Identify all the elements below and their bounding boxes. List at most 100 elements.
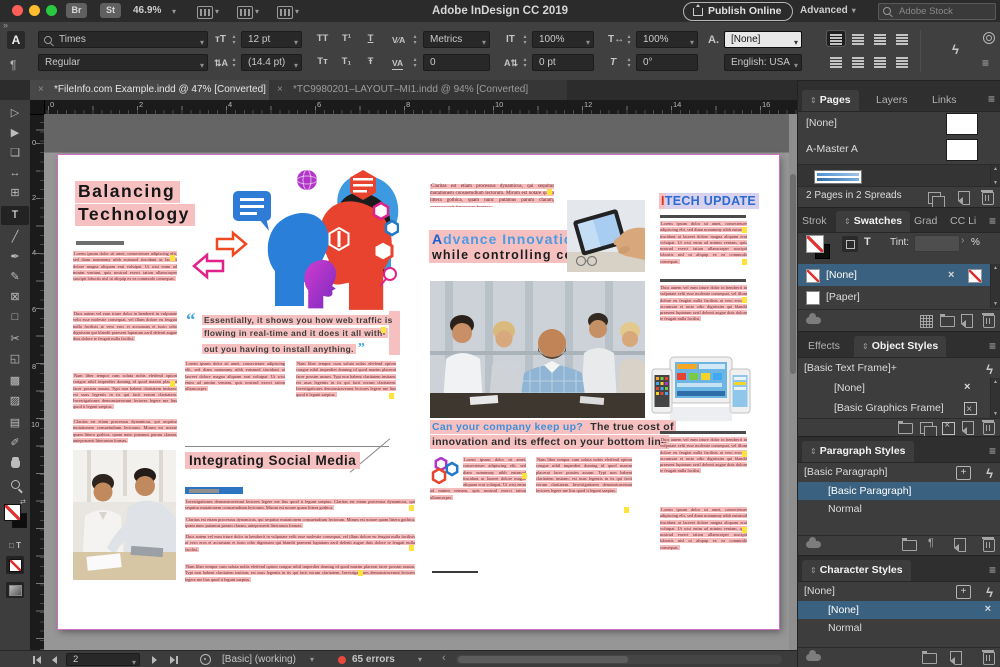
new-style-icon[interactable] xyxy=(954,538,966,552)
align-left-button[interactable] xyxy=(827,31,845,46)
object-styles-scrollbar[interactable] xyxy=(990,378,1000,418)
vertical-scale-combo[interactable]: 100% xyxy=(532,31,594,48)
formatting-affects-container-button[interactable] xyxy=(842,236,858,252)
body-text-frame[interactable]: Duis autem vel eum iriure dolor in hendr… xyxy=(73,311,177,369)
page-number-field[interactable]: 2 xyxy=(66,653,140,666)
pull-quote-line[interactable]: out you having to install anything.” xyxy=(202,341,367,357)
paragraph-style-row[interactable]: Normal xyxy=(798,500,1000,518)
paragraph-style-row[interactable]: [Basic Paragraph] xyxy=(798,482,1000,500)
tab-character-styles[interactable]: Character Styles xyxy=(802,560,911,581)
body-text-frame[interactable]: Lorem ipsum dolor sit amet, consectetuer… xyxy=(73,251,177,307)
skew-field[interactable]: 0° xyxy=(636,54,698,71)
align-right-button[interactable] xyxy=(871,31,889,46)
errors-chevron-icon[interactable]: ▾ xyxy=(418,655,422,664)
vertical-scrollbar[interactable] xyxy=(789,114,797,650)
workspace-switcher[interactable]: Advanced xyxy=(800,0,856,22)
type-tool[interactable]: T xyxy=(1,206,29,225)
hand-tool[interactable] xyxy=(1,454,29,473)
pull-quote-line[interactable]: Essentially, it shows you how web traffi… xyxy=(202,315,395,325)
edit-page-size-icon[interactable] xyxy=(928,192,941,204)
justify-last-center-button[interactable] xyxy=(827,54,845,69)
new-style-icon[interactable] xyxy=(962,421,974,435)
body-text-frame[interactable]: Duis autem vel eum iriure dolor in hendr… xyxy=(660,437,747,501)
small-caps-button[interactable] xyxy=(312,54,333,70)
align-center-button[interactable] xyxy=(849,31,867,46)
selection-tool[interactable]: ▷ xyxy=(1,104,29,123)
panel-menu-icon[interactable] xyxy=(989,561,996,579)
character-style-combo[interactable]: [None] xyxy=(724,31,802,48)
eyedropper-tool[interactable]: ✐ xyxy=(1,434,29,453)
justify-all-button[interactable] xyxy=(871,54,889,69)
spread-thumbnail[interactable] xyxy=(814,170,862,184)
all-caps-button[interactable] xyxy=(312,31,333,47)
fill-swatch[interactable] xyxy=(4,504,21,521)
pencil-tool[interactable]: ✎ xyxy=(1,268,29,287)
close-tab-icon[interactable] xyxy=(277,80,283,100)
new-swatch-icon[interactable] xyxy=(961,314,973,328)
zoom-tool[interactable] xyxy=(1,476,29,495)
break-link-icon[interactable] xyxy=(920,422,933,434)
tab-object-styles[interactable]: Object Styles xyxy=(854,336,946,357)
object-style-row[interactable]: [None] xyxy=(798,378,1000,398)
default-frame-icon[interactable] xyxy=(942,422,955,435)
tint-chevron-icon[interactable]: › xyxy=(961,235,964,246)
horizontal-ruler[interactable]: 0 2 4 6 8 10 12 14 16 xyxy=(30,100,797,115)
new-group-icon[interactable] xyxy=(940,316,955,327)
panel-menu-icon[interactable] xyxy=(989,337,996,355)
subhead-blue[interactable]: Advance Innovation xyxy=(429,231,586,247)
close-tab-icon[interactable] xyxy=(38,80,44,100)
skew-stepper[interactable] xyxy=(624,57,634,69)
quick-apply-icon[interactable] xyxy=(952,42,959,57)
formatting-affects-buttons[interactable]: □ T xyxy=(1,536,29,555)
tablet-photo[interactable] xyxy=(567,200,645,272)
swatch-views-icon[interactable] xyxy=(920,315,933,328)
pull-quote-line[interactable]: flowing in real-time and it does it all … xyxy=(202,328,388,338)
body-text-frame[interactable]: Lorem ipsum dolor sit amet, consectetuer… xyxy=(660,507,747,585)
swatch-row-paper[interactable]: [Paper] xyxy=(798,286,1000,308)
body-text-frame[interactable]: Duis autem vel eum iriure dolor in hendr… xyxy=(660,285,747,349)
section-heading[interactable]: Integrating Social Media xyxy=(185,453,360,468)
scroll-left-icon[interactable]: ‹ xyxy=(442,652,446,664)
tab-paragraph-styles[interactable]: Paragraph Styles xyxy=(802,441,914,462)
cc-libraries-icon[interactable] xyxy=(806,541,821,548)
first-page-button[interactable] xyxy=(33,651,41,667)
headline[interactable]: Balancing Technology xyxy=(75,181,195,226)
body-text-frame[interactable]: Lorem ipsum dolor sit amet, consectetuer… xyxy=(660,221,747,275)
next-page-button[interactable] xyxy=(152,651,157,667)
body-text-frame[interactable]: Nam liber tempor cum soluta nobis eleife… xyxy=(536,457,632,569)
font-size-stepper[interactable] xyxy=(229,34,239,46)
baseline-shift-stepper[interactable] xyxy=(520,57,530,69)
horizontal-scale-stepper[interactable] xyxy=(624,34,634,46)
tab-gradient[interactable]: Grad xyxy=(910,211,941,232)
superscript-button[interactable] xyxy=(336,31,357,47)
pages-thumbnails-area[interactable] xyxy=(798,164,1000,187)
kerning-combo[interactable]: Metrics xyxy=(423,31,490,48)
apply-none-button[interactable] xyxy=(6,556,24,574)
preflight-menu[interactable] xyxy=(200,651,211,667)
body-text-frame[interactable]: Lorem ipsum dolor sit amet, consectetuer… xyxy=(185,361,285,447)
master-row-none[interactable]: [None] xyxy=(798,112,1000,134)
preflight-profile[interactable]: [Basic] (working) xyxy=(222,651,296,667)
character-style-row[interactable]: [None] xyxy=(798,601,1000,619)
panel-menu-icon[interactable] xyxy=(989,212,996,230)
leading-stepper[interactable] xyxy=(229,57,239,69)
character-formatting-button[interactable]: A xyxy=(7,31,25,49)
kerning-stepper[interactable] xyxy=(410,34,420,46)
tab-cc-libraries[interactable]: CC Li xyxy=(946,211,980,232)
gradient-feather-tool[interactable]: ▨ xyxy=(1,392,29,411)
justify-button[interactable] xyxy=(893,54,911,69)
body-text-frame[interactable]: Claritas est etiam processus dynamicus, … xyxy=(73,419,177,445)
page-tool[interactable]: ❏ xyxy=(1,144,29,163)
paragraph-formatting-button[interactable]: ¶ xyxy=(10,58,16,72)
gap-tool[interactable]: ↔ xyxy=(1,164,29,183)
justify-last-left-button[interactable] xyxy=(893,31,911,46)
scrollbar-thumb[interactable] xyxy=(790,174,796,374)
vertical-scale-stepper[interactable] xyxy=(520,34,530,46)
devices-photo[interactable] xyxy=(650,355,752,423)
body-text-frame[interactable]: Lorem ipsum dolor sit amet, consectetuer… xyxy=(430,457,526,569)
body-text-frame[interactable]: Investigationes demonstraverunt lectores… xyxy=(185,499,415,514)
tab-pages[interactable]: Pages xyxy=(802,90,859,111)
font-size-combo[interactable]: 12 pt xyxy=(241,31,302,48)
previous-page-button[interactable] xyxy=(52,651,57,667)
clear-overrides-icon[interactable]: ¶ xyxy=(928,537,934,549)
